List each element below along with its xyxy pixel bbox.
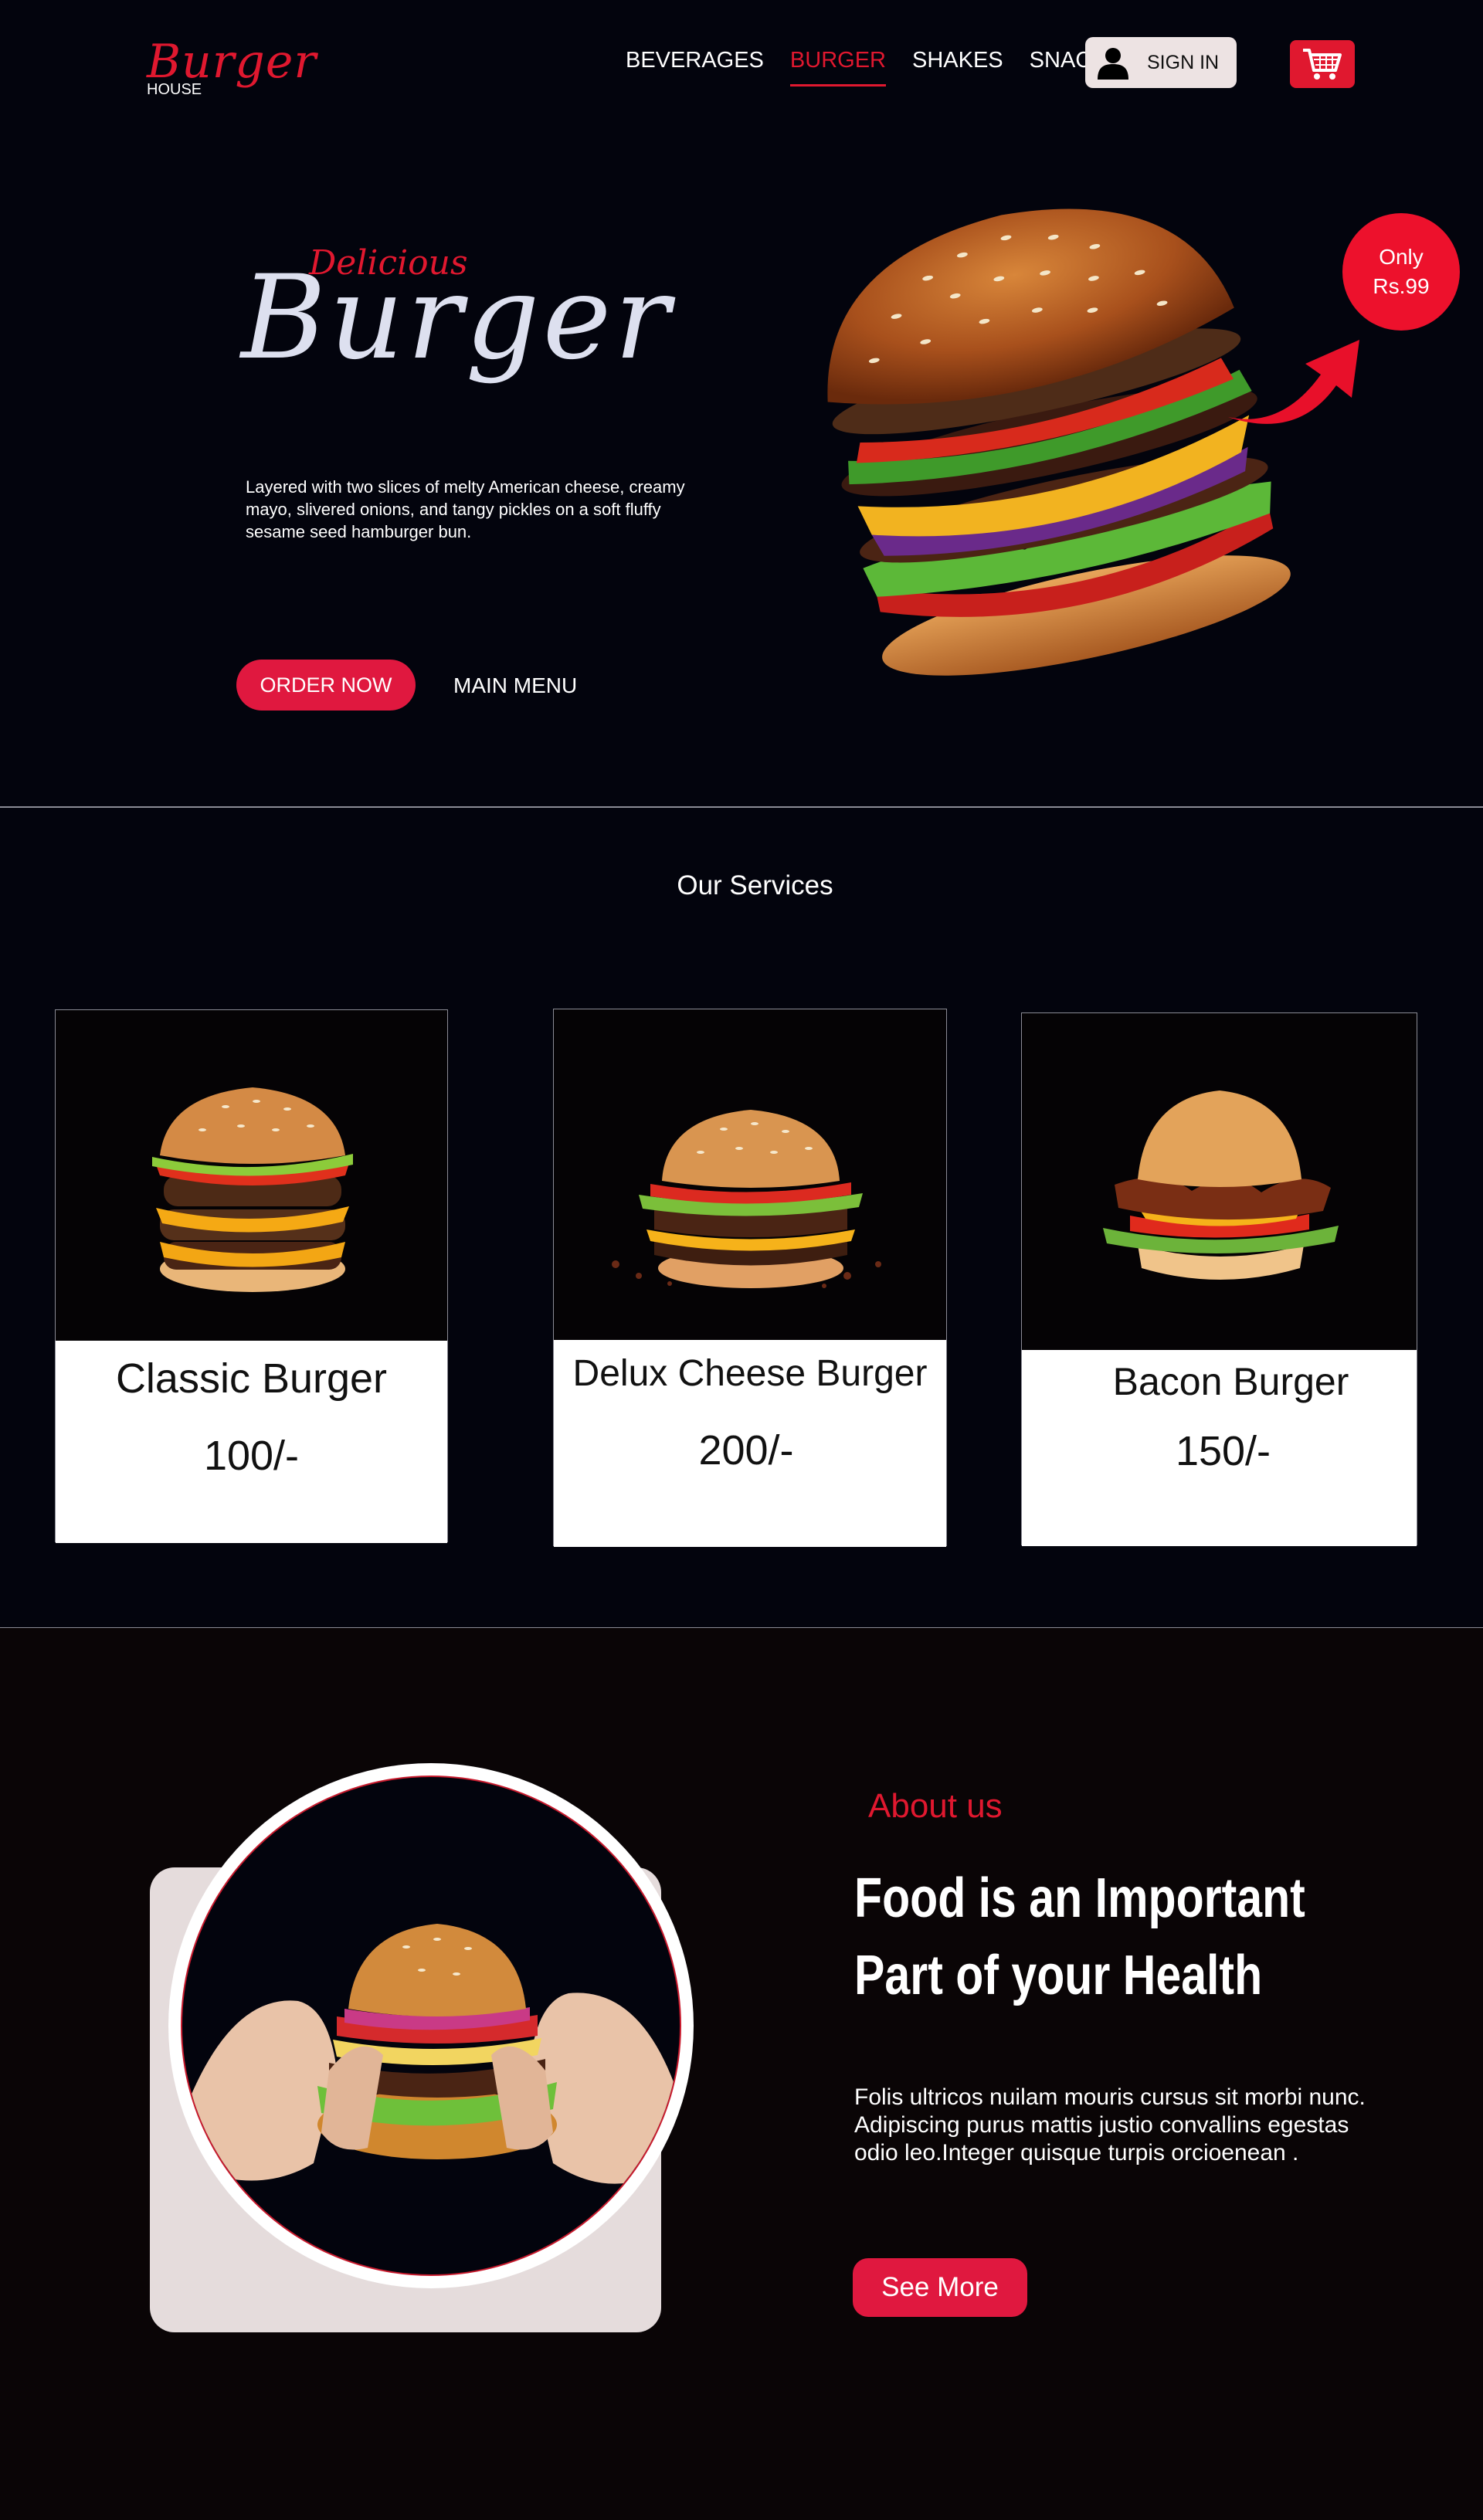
burger-icon: [1103, 1090, 1339, 1280]
card-body: Bacon Burger 150/-: [1022, 1350, 1417, 1546]
hero-description: Layered with two slices of melty America…: [246, 477, 685, 541]
service-card-bacon[interactable]: Bacon Burger 150/-: [1021, 1012, 1417, 1546]
arrow-icon: [1228, 340, 1359, 424]
card-title: Bacon Burger: [1112, 1360, 1349, 1403]
hero-burger-image: [827, 209, 1291, 676]
about-title: Food is an Important Part of your Health: [854, 1867, 1305, 2006]
site-header: Burger HOUSE BEVERAGES BURGER SHAKES SNA…: [0, 0, 1483, 124]
price-badge: Only Rs.99: [1342, 213, 1460, 331]
service-card-classic[interactable]: Classic Burger 100/-: [55, 1009, 448, 1543]
nav-item-shakes[interactable]: SHAKES: [912, 48, 1003, 86]
main-nav: BEVERAGES BURGER SHAKES SNACKS: [626, 48, 1122, 86]
card-price: 200/-: [698, 1427, 794, 1474]
see-more-button[interactable]: See More: [853, 2258, 1027, 2317]
sign-in-button[interactable]: SIGN IN: [1085, 37, 1237, 88]
card-price: 150/-: [1175, 1428, 1271, 1474]
price-badge-line1: Only: [1379, 245, 1424, 269]
brand-logo[interactable]: Burger HOUSE: [147, 37, 317, 97]
classic-burger-image: [56, 1010, 447, 1341]
nav-item-burger[interactable]: BURGER: [789, 48, 886, 86]
about-section: About us Food is an Important Part of yo…: [0, 1628, 1483, 2520]
burger-icon: [612, 1110, 881, 1288]
card-title: Classic Burger: [115, 1355, 388, 1402]
delux-burger-image: [554, 1009, 946, 1340]
hero-section: Burger Delicious Layered with two slices…: [0, 124, 1483, 806]
hands-holding-burger-image: [181, 1776, 681, 2276]
price-badge-line2: Rs.99: [1373, 274, 1430, 298]
order-now-button[interactable]: ORDER NOW: [236, 660, 416, 711]
burger-icon: [152, 1087, 353, 1292]
main-menu-link[interactable]: MAIN MENU: [453, 673, 577, 698]
about-kicker: About us: [868, 1787, 1003, 1825]
cart-icon: [1303, 49, 1342, 80]
user-icon: [1098, 48, 1128, 80]
nav-item-beverages[interactable]: BEVERAGES: [626, 48, 764, 86]
cart-button[interactable]: [1290, 40, 1355, 88]
card-title: Delux Cheese Burger: [572, 1353, 928, 1394]
hero-kicker: Delicious: [309, 243, 468, 283]
sign-in-label: SIGN IN: [1147, 51, 1220, 73]
about-description: Folis ultricos nuilam mouris cursus sit …: [854, 2084, 1366, 2166]
card-body: Delux Cheese Burger 200/-: [554, 1340, 946, 1547]
services-title: Our Services: [677, 870, 833, 900]
burger-icon: [182, 1924, 680, 2210]
section-divider: [0, 806, 1483, 808]
service-card-delux[interactable]: Delux Cheese Burger 200/-: [553, 1009, 947, 1547]
brand-name: Burger: [147, 35, 317, 89]
card-price: 100/-: [203, 1433, 300, 1479]
card-body: Classic Burger 100/-: [56, 1341, 447, 1543]
bacon-burger-image: [1022, 1013, 1417, 1350]
